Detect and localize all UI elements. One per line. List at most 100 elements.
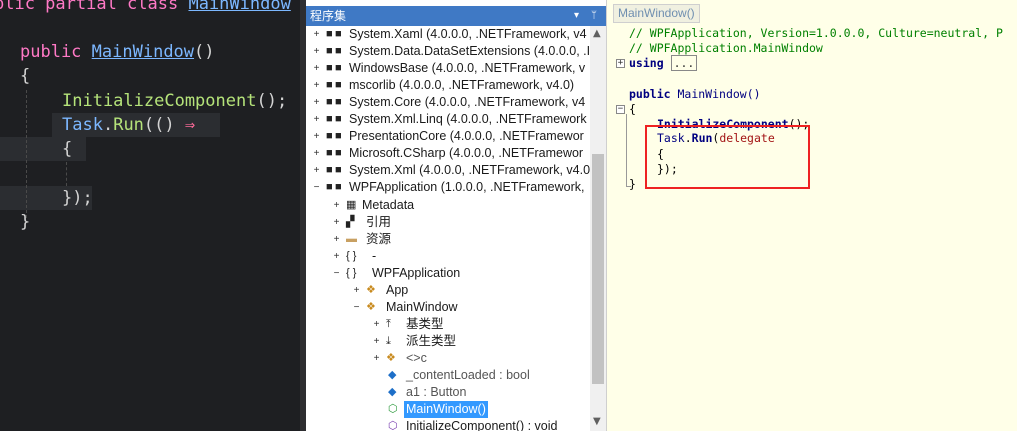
code-close-brace: } [629, 177, 636, 191]
method-icon: ⬡ [388, 403, 398, 415]
tree-item-namespace-empty[interactable]: +{ } - [306, 248, 590, 265]
assembly-icon: ■ [335, 181, 342, 193]
tree-item-label: 基类型 [406, 317, 444, 331]
tree-item-label: 资源 [366, 232, 392, 246]
tree-item-assembly[interactable]: + ■ ■ System.Data.DataSetExtensions (4.0.0.… [306, 43, 590, 60]
assembly-icon: ■ [326, 62, 333, 74]
tree-item-label: _contentLoaded : bool [406, 368, 530, 382]
assembly-icon: ■ [326, 113, 333, 125]
assembly-icon: ■ [335, 130, 342, 142]
tree-item-assembly[interactable]: + ■ ■ System.Xml (4.0.0.0, .NETFramework, v… [306, 162, 590, 179]
assembly-icon: ■ [326, 45, 333, 57]
tree-item-label: a1 : Button [406, 385, 467, 399]
folder-icon: ▬ [346, 233, 357, 245]
collapsed-using-dots[interactable]: ... [670, 55, 698, 71]
tree-item-label: MainWindow() [404, 401, 488, 418]
tree-item-class-app[interactable]: + ❖ App [306, 282, 590, 299]
tree-item-assembly[interactable]: + ■ ■ mscorlib (4.0.0.0, .NETFramework, v4.… [306, 77, 590, 94]
tree-item-label: WindowsBase (4.0.0.0, .NETFramework, v [349, 61, 586, 75]
tree-item-label: 引用 [366, 215, 392, 229]
pin-icon[interactable]: ᛘ [591, 6, 597, 26]
tree-scrollbar[interactable]: ▲ ▼ [590, 26, 606, 431]
code-line-initialize: InitializeComponent(); [62, 91, 288, 111]
tree-item-label: 派生类型 [406, 334, 457, 348]
collapse-method-icon[interactable]: − [616, 105, 625, 114]
code-line-lambda-open: { [62, 139, 73, 159]
tree-item-label: PresentationCore (4.0.0.0, .NETFramewor [349, 129, 584, 143]
tree-item-resources[interactable]: + ▬ 资源 [306, 231, 590, 248]
assembly-icon: ■ [326, 96, 333, 108]
assembly-browser-panel: 程序集 ▾ ᛘ + ■ ■ System.Xaml (4.0.0.0, .NETFra… [300, 0, 606, 431]
tree-item-label: mscorlib (4.0.0.0, .NETFramework, v4.0) [349, 78, 575, 92]
assembly-icon: ■ [326, 28, 333, 40]
tab-mainwindow[interactable]: MainWindow() [613, 4, 700, 23]
tree-item-assembly[interactable]: + ■ ■ WindowsBase (4.0.0.0, .NETFramework, … [306, 60, 590, 77]
tree-item-label: <>c [406, 351, 427, 365]
tree-item-metadata[interactable]: + ▦ Metadata [306, 197, 590, 214]
derived-type-icon: ⤓ [386, 335, 391, 347]
assembly-panel-header: 程序集 ▾ ᛘ [306, 6, 606, 26]
tree-item-constructor-selected[interactable]: ⬡ MainWindow() [306, 401, 590, 418]
scroll-thumb[interactable] [592, 154, 604, 384]
tree-item-label: WPFApplication [372, 266, 461, 280]
tree-item-assembly[interactable]: + ■ ■ System.Core (4.0.0.0, .NETFramework, … [306, 94, 590, 111]
namespace-icon: { } [346, 267, 357, 279]
tree-item-assembly-expanded[interactable]: − ■ ■ WPFApplication (1.0.0.0, .NETFramewor… [306, 179, 590, 196]
assembly-tree: + ■ ■ System.Xaml (4.0.0.0, .NETFramework, … [306, 26, 590, 431]
indent-guide [26, 90, 27, 218]
metadata-icon: ▦ [346, 199, 357, 211]
base-type-icon: ⤒ [386, 318, 391, 330]
tree-item-field[interactable]: ◆ a1 : Button [306, 384, 590, 401]
tree-item-derived-types[interactable]: + ⤓ 派生类型 [306, 333, 590, 350]
expand-using-icon[interactable]: + [616, 59, 625, 68]
assembly-icon: ■ [326, 181, 333, 193]
tree-item-method[interactable]: ⬡ InitializeComponent() : void [306, 418, 590, 431]
tree-item-nested-class[interactable]: + ❖ <>c [306, 350, 590, 367]
code-line-lambda-close: }); [62, 188, 93, 208]
line-highlight [0, 137, 86, 161]
code-using-line: using ... [629, 55, 698, 71]
code-comment: // WPFApplication.MainWindow [629, 41, 823, 55]
code-line-open-brace: { [20, 66, 31, 86]
assembly-icon: ■ [326, 79, 333, 91]
tree-item-label: System.Xml (4.0.0.0, .NETFramework, v4.0 [349, 163, 590, 177]
tree-item-label: System.Xaml (4.0.0.0, .NETFramework, v4 [349, 27, 587, 41]
tree-item-field[interactable]: ◆ _contentLoaded : bool [306, 367, 590, 384]
indent-guide [66, 162, 67, 186]
tree-item-assembly[interactable]: + ■ ■ Microsoft.CSharp (4.0.0.0, .NETFramew… [306, 145, 590, 162]
tree-item-label: System.Data.DataSetExtensions (4.0.0.0, … [349, 44, 590, 58]
code-line-class: blic partial class MainWindow [0, 0, 291, 14]
tree-item-label: WPFApplication (1.0.0.0, .NETFramework, [349, 180, 585, 194]
assembly-icon: ■ [326, 147, 333, 159]
scroll-down-icon[interactable]: ▼ [593, 416, 601, 427]
tree-item-assembly[interactable]: + ■ ■ System.Xaml (4.0.0.0, .NETFramework, … [306, 26, 590, 43]
tree-item-label: Metadata [362, 198, 415, 212]
dropdown-icon[interactable]: ▾ [574, 6, 579, 26]
tree-item-references[interactable]: + ▞ 引用 [306, 214, 590, 231]
scroll-up-icon[interactable]: ▲ [593, 28, 601, 39]
tree-item-assembly[interactable]: + ■ ■ PresentationCore (4.0.0.0, .NETFramew… [306, 128, 590, 145]
code-line-constructor: public MainWindow() [20, 42, 215, 62]
assembly-icon: ■ [326, 130, 333, 142]
assembly-icon: ■ [335, 113, 342, 125]
tree-item-assembly[interactable]: + ■ ■ System.Xml.Linq (4.0.0.0, .NETFramewo… [306, 111, 590, 128]
code-constructor-line: public MainWindow() [629, 87, 761, 101]
highlight-annotation-box [645, 125, 810, 189]
tree-item-label: InitializeComponent() : void [406, 419, 558, 431]
fold-guide-line [626, 114, 627, 187]
tree-item-label: App [386, 283, 409, 297]
code-line-close-brace: } [20, 212, 31, 232]
code-editor[interactable]: blic partial class MainWindow public Mai… [0, 0, 300, 431]
assembly-icon: ■ [326, 164, 333, 176]
field-icon: ◆ [388, 369, 397, 381]
assembly-panel-title: 程序集 [310, 9, 347, 23]
code-comment: // WPFApplication, Version=1.0.0.0, Cult… [629, 26, 1003, 40]
references-icon: ▞ [346, 216, 355, 228]
tree-item-base-types[interactable]: + ⤒ 基类型 [306, 316, 590, 333]
class-icon: ❖ [366, 301, 376, 313]
assembly-icon: ■ [335, 147, 342, 159]
tree-item-namespace[interactable]: −{ } WPFApplication [306, 265, 590, 282]
tree-item-class-mainwindow[interactable]: − ❖ MainWindow [306, 299, 590, 316]
code-open-brace: { [629, 102, 636, 116]
namespace-icon: { } [346, 250, 357, 262]
